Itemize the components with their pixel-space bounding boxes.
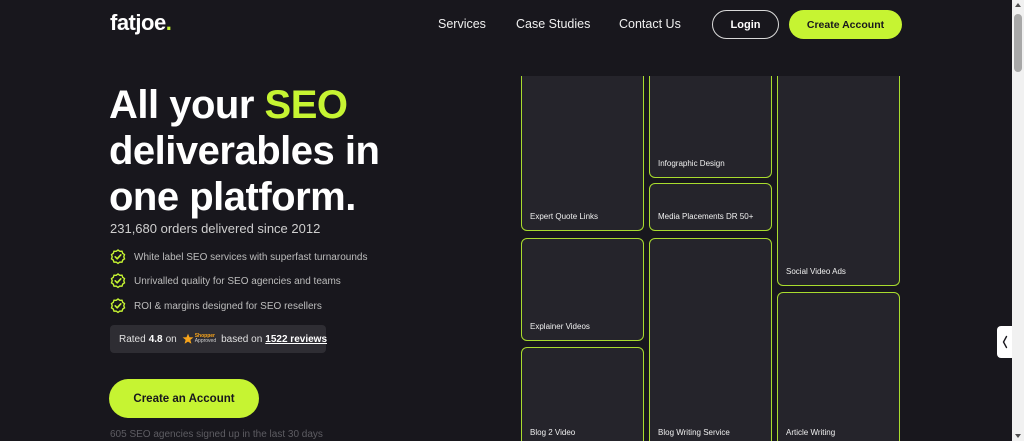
logo-text: fatjoe [110,10,166,35]
service-card-label: Explainer Videos [530,322,590,331]
feature-item: ROI & margins designed for SEO resellers [110,298,322,314]
title-highlight: SEO [264,83,348,127]
create-account-button[interactable]: Create Account [789,10,902,39]
rating-badge[interactable]: Rated 4.8 on Shopper Approved based on 1… [110,325,327,353]
rating-on: on [165,333,177,345]
feature-item: Unrivalled quality for SEO agencies and … [110,273,341,289]
feature-text: Unrivalled quality for SEO agencies and … [134,275,341,287]
nav-link-contact-us[interactable]: Contact Us [619,17,681,31]
title-line3: one platform. [109,175,356,219]
logo[interactable]: fatjoe. [110,10,172,36]
service-card[interactable]: Expert Quote Links [521,76,644,231]
reviews-link[interactable]: 1522 reviews [265,334,327,345]
service-card[interactable]: Media Placements DR 50+ [649,183,772,231]
feature-text: White label SEO services with superfast … [134,251,368,263]
service-card[interactable]: Article Writing [777,292,900,441]
logo-dot: . [165,10,172,35]
service-card-label: Infographic Design [658,159,725,168]
title-line2: deliverables in [109,129,380,173]
login-button[interactable]: Login [712,10,779,39]
badge-line2: Approved [194,338,217,344]
nav-link-case-studies[interactable]: Case Studies [516,17,590,31]
page-title: All your SEO deliverables in one platfor… [109,82,449,220]
rating-based-on: based on [221,333,263,345]
rating-score: 4.8 [148,333,163,345]
nav-link-services[interactable]: Services [438,17,486,31]
scroll-down-arrow-icon[interactable] [1015,434,1021,438]
star-icon [182,333,194,344]
feature-text: ROI & margins designed for SEO resellers [134,300,322,312]
scroll-up-arrow-icon[interactable] [1015,3,1021,7]
service-card-label: Expert Quote Links [530,212,599,221]
service-card[interactable]: Blog Writing Service [649,238,772,441]
service-card-label: Article Writing [786,428,836,437]
shopper-approved-logo: Shopper Approved [182,333,216,345]
page-scrollbar[interactable] [1012,0,1024,441]
service-card[interactable]: Explainer Videos [521,238,644,341]
scroll-thumb[interactable] [1014,14,1022,72]
create-an-account-button[interactable]: Create an Account [109,379,259,418]
orders-delivered-text: 231,680 orders delivered since 2012 [110,221,321,236]
service-card-label: Social Video Ads [786,267,846,276]
service-card[interactable]: Social Video Ads [777,76,900,286]
title-part1: All your [109,83,265,127]
check-circle-icon [110,298,126,314]
service-card-label: Blog 2 Video [530,428,576,437]
service-card[interactable]: Infographic Design [649,76,772,178]
feature-item: White label SEO services with superfast … [110,249,367,265]
service-card-label: Media Placements DR 50+ [658,212,754,221]
check-circle-icon [110,273,126,289]
rating-prefix: Rated [119,333,146,345]
side-feedback-tab[interactable] [997,326,1012,358]
top-nav: fatjoe. Services Case Studies Contact Us… [0,0,1012,48]
check-circle-icon [110,249,126,265]
service-card-label: Blog Writing Service [658,428,730,437]
service-card[interactable]: Blog 2 Video [521,347,644,441]
signups-text: 605 SEO agencies signed up in the last 3… [110,429,323,440]
chevron-icon [1002,335,1007,349]
